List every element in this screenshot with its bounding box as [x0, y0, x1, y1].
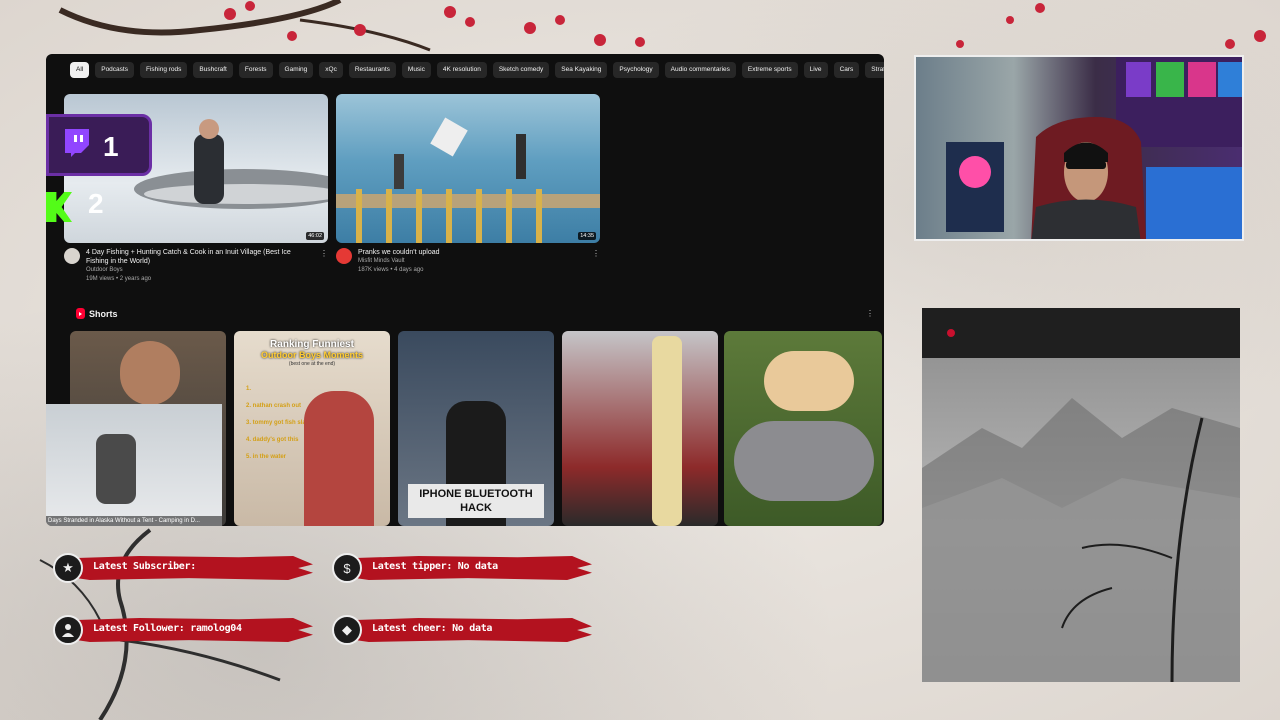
diamond-icon: ◆: [332, 615, 362, 645]
kid-art: [304, 391, 374, 526]
mountain-art: [922, 398, 1240, 682]
channel-name[interactable]: Misfit Minds Vault: [358, 257, 583, 266]
chip-xqc[interactable]: xQc: [319, 62, 343, 78]
chip-live[interactable]: Live: [803, 62, 828, 78]
ink-painting-panel: [922, 308, 1240, 682]
short-item-5[interactable]: [724, 331, 882, 526]
short-item-4[interactable]: [562, 331, 718, 526]
video-meta-2: Pranks we couldn't upload Misfit Minds V…: [336, 248, 583, 275]
star-icon: ★: [53, 553, 83, 583]
chip-sketch-comedy[interactable]: Sketch comedy: [492, 62, 550, 78]
latest-tipper-alert: $ Latest tipper: No data: [332, 553, 592, 583]
chip-all[interactable]: All: [70, 62, 90, 78]
shorts-header: Shorts: [76, 308, 118, 319]
kick-rank-badge: 2: [46, 186, 118, 230]
chip-forests[interactable]: Forests: [238, 62, 273, 78]
chip-gaming[interactable]: Gaming: [278, 62, 314, 78]
latest-cheer-alert: ◆ Latest cheer: No data: [332, 615, 592, 645]
short-item-2[interactable]: Ranking Funniest Outdoor Boys Moments (b…: [234, 331, 390, 526]
shorts-logo-icon: [76, 308, 85, 319]
ranking-item: 1.: [246, 386, 252, 392]
channel-avatar[interactable]: [64, 248, 80, 264]
chip-extreme-sports[interactable]: Extreme sports: [741, 62, 798, 78]
alert-text: Latest tipper: No data: [372, 561, 498, 572]
shorts-more-icon[interactable]: ⋮: [866, 309, 874, 318]
twitch-icon: [65, 129, 89, 157]
chip-4k[interactable]: 4K resolution: [436, 62, 487, 78]
video-duration: 14:35: [578, 232, 596, 240]
kick-icon: [46, 192, 72, 222]
alert-text: Latest cheer: No data: [372, 623, 493, 634]
chip-sea-kayaking[interactable]: Sea Kayaking: [555, 62, 608, 78]
pan-art: [734, 421, 874, 501]
video-meta-1: 4 Day Fishing + Hunting Catch & Cook in …: [64, 248, 311, 284]
rank-number: 1: [103, 131, 119, 162]
video-duration: 46:02: [306, 232, 324, 240]
mini-player[interactable]: Days Stranded in Alaska Without a Tent -…: [46, 404, 222, 526]
face-art: [120, 341, 180, 405]
bread-art: [764, 351, 854, 411]
webcam-scene: [946, 57, 1242, 239]
user-icon: [53, 615, 83, 645]
chip-cars[interactable]: Cars: [833, 62, 860, 78]
chip-audio-commentaries[interactable]: Audio commentaries: [664, 62, 736, 78]
mini-player-caption: Days Stranded in Alaska Without a Tent -…: [46, 516, 222, 526]
short-item-3[interactable]: IPHONE BLUETOOTH HACK: [398, 331, 554, 526]
alert-text: Latest Subscriber:: [93, 561, 196, 572]
chip-podcasts[interactable]: Podcasts: [95, 62, 134, 78]
more-options-icon[interactable]: ⋮: [320, 249, 328, 258]
latest-follower-alert: Latest Follower: ramolog04: [53, 615, 313, 645]
chip-fishing-rods[interactable]: Fishing rods: [139, 62, 188, 78]
bottle-art: [652, 336, 682, 526]
short-overlay-title: Ranking Funniest: [270, 339, 354, 350]
chip-bushcraft[interactable]: Bushcraft: [193, 62, 233, 78]
channel-avatar[interactable]: [336, 248, 352, 264]
latest-subscriber-alert: ★ Latest Subscriber:: [53, 553, 313, 583]
chip-psychology[interactable]: Psychology: [613, 62, 659, 78]
category-chips: All Podcasts Fishing rods Bushcraft Fore…: [70, 62, 884, 78]
chip-strate[interactable]: Strate: [865, 62, 884, 78]
webcam-feed: [914, 55, 1244, 241]
video-card-2[interactable]: 14:35: [336, 94, 600, 243]
hiker-art: [96, 434, 136, 504]
more-options-icon[interactable]: ⋮: [592, 249, 600, 258]
chip-restaurants[interactable]: Restaurants: [348, 62, 396, 78]
pier-thumbnail-art: [336, 117, 600, 243]
ink-branch-top: [58, 0, 1266, 52]
short-overlay-caption: IPHONE BLUETOOTH HACK: [408, 484, 544, 518]
short-overlay-subtitle: Outdoor Boys Moments: [260, 350, 363, 360]
video-stats: 187K views • 4 days ago: [358, 267, 424, 273]
rank-number: 2: [88, 188, 104, 219]
short-overlay-note: (best one at the end): [288, 361, 336, 367]
panel-header: [922, 308, 1240, 358]
dollar-icon: $: [332, 553, 362, 583]
shorts-title: Shorts: [89, 308, 118, 319]
alert-text: Latest Follower: ramolog04: [93, 623, 242, 634]
video-title[interactable]: 4 Day Fishing + Hunting Catch & Cook in …: [86, 248, 311, 266]
youtube-window: All Podcasts Fishing rods Bushcraft Fore…: [46, 54, 884, 526]
channel-name[interactable]: Outdoor Boys: [86, 266, 311, 275]
twitch-rank-badge: 1: [46, 114, 152, 176]
record-indicator-icon: [947, 329, 955, 337]
video-title[interactable]: Pranks we couldn't upload: [358, 248, 583, 257]
chip-music[interactable]: Music: [401, 62, 431, 78]
video-stats: 19M views • 2 years ago: [86, 276, 152, 282]
video-thumbnail[interactable]: 14:35: [336, 94, 600, 243]
